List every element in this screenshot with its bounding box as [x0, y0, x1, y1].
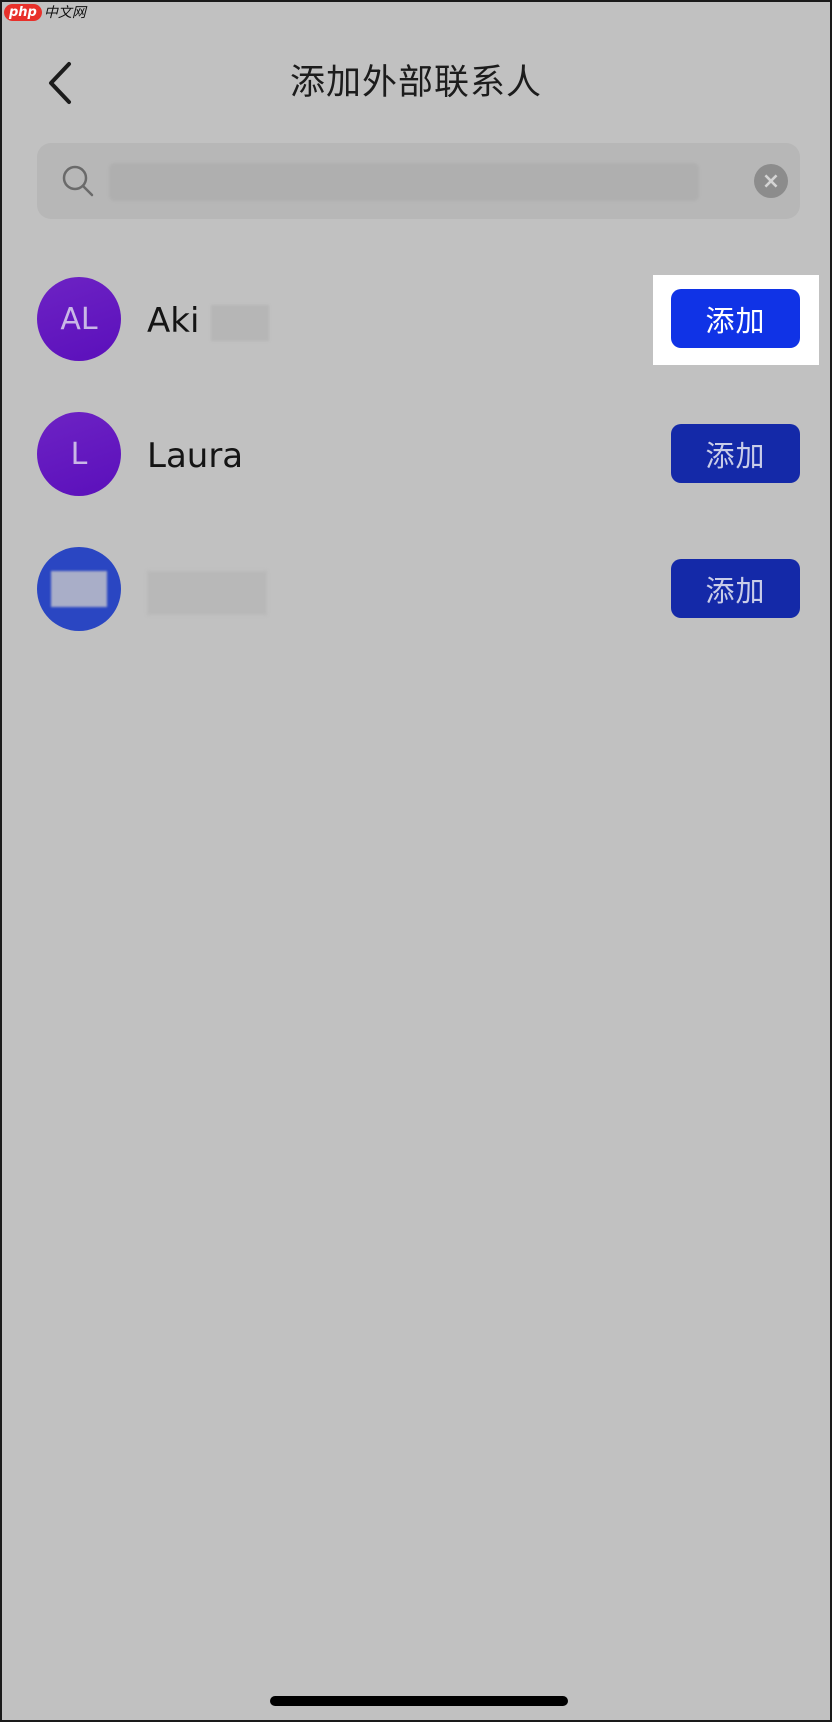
- contact-row-laura[interactable]: L Laura 添加: [37, 412, 800, 498]
- redacted-avatar: [51, 571, 107, 607]
- contact-name: Laura: [147, 434, 243, 478]
- search-icon: [62, 165, 94, 197]
- clear-search-button[interactable]: ×: [754, 164, 788, 198]
- avatar: AL: [37, 277, 121, 361]
- back-button[interactable]: [38, 58, 82, 108]
- search-input[interactable]: [109, 163, 699, 201]
- search-bar[interactable]: ×: [37, 143, 800, 219]
- avatar-initials: L: [70, 436, 88, 472]
- screen: php 中文网 添加外部联系人 × AL Aki 添加 L Laura 添加 添…: [0, 0, 832, 1722]
- redacted-text: [211, 304, 270, 341]
- avatar-initials: AL: [60, 301, 98, 337]
- contact-name-text: Laura: [147, 436, 244, 476]
- contact-row-redacted[interactable]: 添加: [37, 547, 800, 633]
- contact-name: Aki: [147, 299, 270, 343]
- contact-name-text: Aki: [147, 301, 200, 341]
- add-button[interactable]: 添加: [671, 559, 800, 618]
- chevron-left-icon: [49, 62, 71, 104]
- close-icon: ×: [761, 168, 781, 194]
- avatar: [37, 547, 121, 631]
- watermark-logo: php: [4, 3, 42, 21]
- watermark: php 中文网: [4, 2, 86, 22]
- page-title: 添加外部联系人: [289, 63, 542, 103]
- contact-row-aki[interactable]: AL Aki 添加: [37, 277, 800, 363]
- home-indicator: [270, 1696, 568, 1706]
- avatar: L: [37, 412, 121, 496]
- add-button[interactable]: 添加: [671, 289, 800, 348]
- watermark-text: 中文网: [43, 5, 86, 21]
- add-button[interactable]: 添加: [671, 424, 800, 483]
- redacted-name: [147, 571, 267, 615]
